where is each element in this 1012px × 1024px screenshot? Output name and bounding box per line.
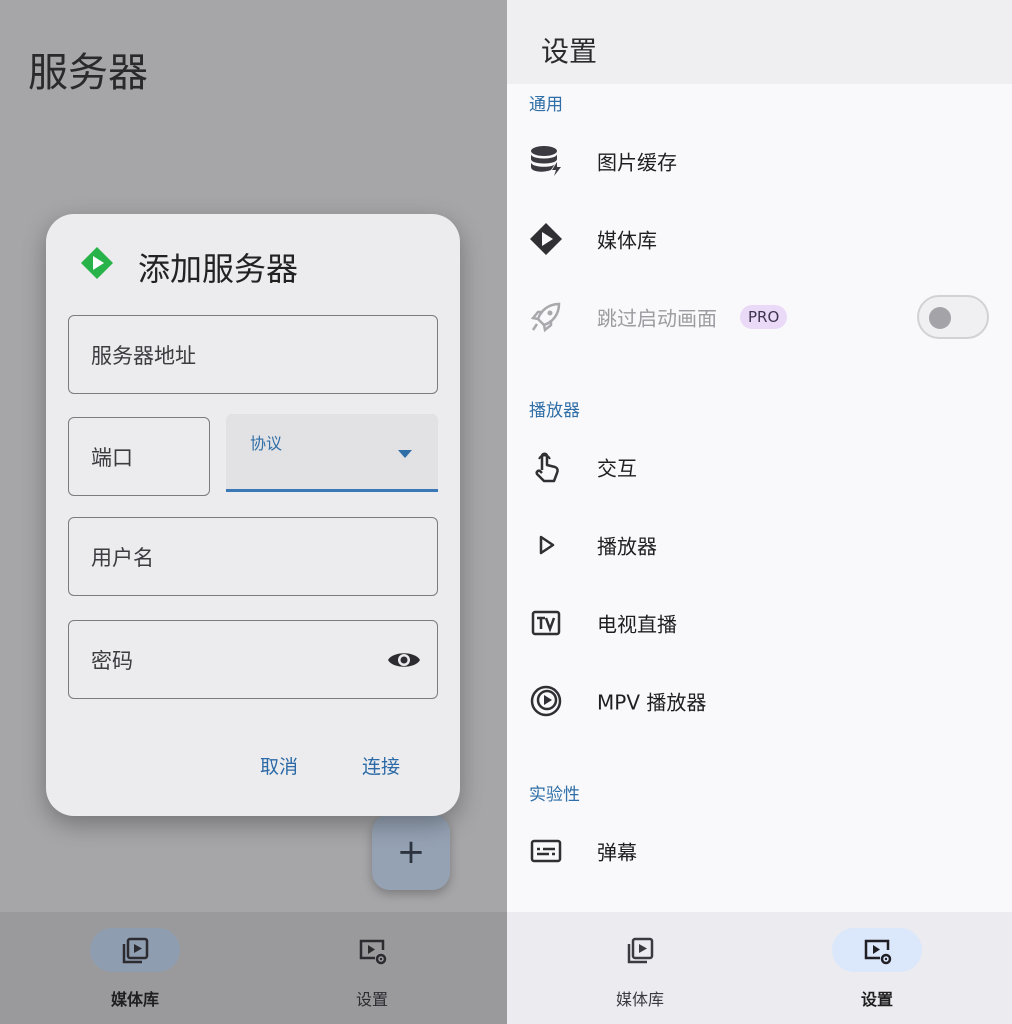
settings-item-label: 弹幕: [597, 840, 637, 865]
server-address-label: 服务器地址: [91, 343, 196, 368]
section-general: 通用: [529, 95, 563, 115]
settings-item-label: 播放器: [597, 534, 657, 559]
rocket-icon: [530, 302, 561, 333]
servers-pane: 服务器 + 添加服务器 服务器地址 端口 协议 用户名 密码 取消 连接 媒体库…: [0, 0, 507, 1024]
settings-pane: 设置 通用 图片缓存 媒体库 跳过启动画面 PRO 播放器 交互 播放器 电视直…: [507, 0, 1012, 1024]
settings-item-image-cache[interactable]: 图片缓存: [507, 131, 1012, 191]
skip-splash-toggle[interactable]: [917, 295, 989, 339]
bottom-navigation: 媒体库 设置: [0, 912, 507, 1024]
dialog-title: 添加服务器: [138, 250, 299, 288]
pro-badge: PRO: [740, 305, 788, 329]
plus-icon: +: [396, 832, 426, 872]
add-server-fab[interactable]: +: [372, 814, 450, 890]
bottom-navigation: 媒体库 设置: [507, 912, 1012, 1024]
nav-media-library[interactable]: 媒体库: [10, 912, 260, 1024]
password-field[interactable]: 密码: [68, 620, 438, 699]
video-settings-icon: [864, 939, 892, 965]
username-field[interactable]: 用户名: [68, 517, 438, 596]
settings-item-label: 跳过启动画面: [597, 306, 717, 331]
section-experimental: 实验性: [529, 785, 580, 805]
cancel-button[interactable]: 取消: [260, 752, 298, 779]
nav-label: 设置: [860, 990, 893, 1009]
mpv-logo-icon: [530, 685, 562, 717]
settings-item-label: 图片缓存: [597, 150, 677, 175]
settings-item-skip-splash[interactable]: 跳过启动画面 PRO: [507, 287, 1012, 347]
settings-title: 设置: [541, 35, 598, 68]
touch-icon: [535, 452, 559, 483]
video-library-icon: [627, 937, 654, 964]
settings-item-label: 电视直播: [597, 612, 677, 637]
settings-item-media-library[interactable]: 媒体库: [507, 209, 1012, 269]
toggle-knob: [929, 307, 951, 329]
settings-item-label: 媒体库: [597, 228, 657, 253]
settings-item-player[interactable]: 播放器: [507, 515, 1012, 575]
settings-item-interaction[interactable]: 交互: [507, 437, 1012, 497]
port-field[interactable]: 端口: [68, 417, 210, 496]
protocol-select[interactable]: 协议: [226, 414, 438, 492]
section-player: 播放器: [529, 401, 580, 421]
tv-icon: [531, 610, 561, 636]
settings-item-danmaku[interactable]: 弹幕: [507, 821, 1012, 881]
video-library-icon: [122, 937, 149, 964]
page-title: 服务器: [28, 50, 148, 96]
media-diamond-icon: [530, 223, 562, 255]
eye-icon[interactable]: [387, 648, 421, 672]
port-label: 端口: [91, 445, 133, 470]
nav-settings[interactable]: 设置: [247, 912, 497, 1024]
nav-label: 媒体库: [110, 990, 159, 1009]
nav-label: 设置: [355, 990, 388, 1009]
settings-item-live-tv[interactable]: 电视直播: [507, 593, 1012, 653]
database-icon: [531, 146, 561, 176]
dropdown-caret-icon: [398, 450, 412, 458]
nav-settings[interactable]: 设置: [752, 912, 1002, 1024]
nav-media-library[interactable]: 媒体库: [515, 912, 765, 1024]
app-bar: 设置: [507, 0, 1012, 84]
play-icon: [539, 535, 555, 555]
video-settings-icon: [359, 939, 387, 965]
settings-item-mpv-player[interactable]: MPV 播放器: [507, 671, 1012, 731]
server-address-field[interactable]: 服务器地址: [68, 315, 438, 394]
subtitles-icon: [530, 839, 562, 863]
connect-button[interactable]: 连接: [362, 752, 400, 779]
nav-label: 媒体库: [615, 990, 664, 1009]
protocol-label: 协议: [250, 434, 283, 453]
username-label: 用户名: [91, 545, 154, 570]
add-server-dialog: 添加服务器 服务器地址 端口 协议 用户名 密码 取消 连接: [46, 214, 460, 816]
password-label: 密码: [91, 648, 133, 673]
app-logo-icon: [81, 247, 113, 279]
settings-item-label: MPV 播放器: [597, 690, 707, 715]
settings-item-label: 交互: [597, 456, 637, 481]
